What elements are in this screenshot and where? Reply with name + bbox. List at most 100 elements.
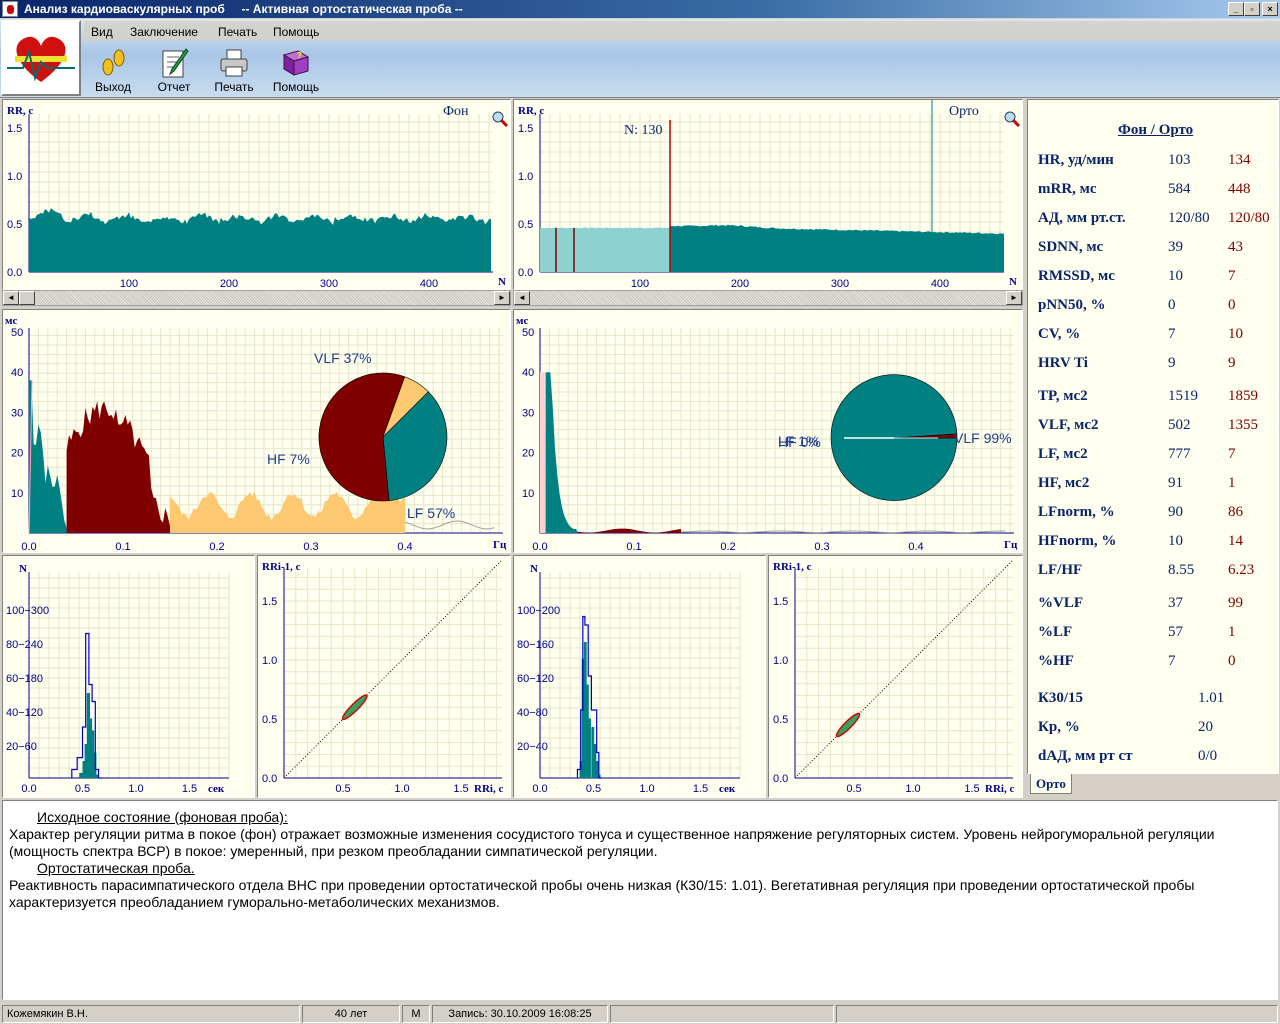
y-tick-label: 0.5 [773,714,788,726]
pie-label-vlf: VLF 99% [954,430,1012,446]
stat-key: dАД, мм рт ст [1038,748,1133,764]
y-axis-label: мс [516,315,528,327]
histogram-background-svg: N 100−300 80−240 60−180 40−120 20−60 0.0 0.5 1.0… [6,563,230,795]
status-cell-empty-1 [610,1005,834,1023]
rr-ortho-scrollbar[interactable]: ◄ ► [513,290,1023,306]
stat-value-ortho: 9 [1228,355,1236,371]
menu-help[interactable]: Помощь [273,25,319,39]
stat-value-background: 90 [1168,504,1183,520]
help-button[interactable]: ? Помощь [266,47,326,95]
stats-tabbar: Орто [1027,774,1279,798]
y-tick-label: 0.5 [518,219,533,231]
svg-text:?: ? [297,51,302,60]
scroll-thumb[interactable] [19,291,35,305]
stat-value-background: 777 [1168,446,1191,462]
stats-panel: Фон / Орто HR, уд/мин 103 134 mRR, мс 584 448… [1027,99,1279,774]
scroll-track[interactable] [530,291,1006,305]
zoom-icon[interactable] [1003,110,1021,128]
x-tick-label: 200 [731,278,749,290]
y-tick-label: 30 [11,407,23,419]
stat-value: 20 [1198,719,1213,735]
conclusion-text[interactable]: Исходное состояние (фоновая проба): Хара… [2,800,1278,1000]
stat-key: LF/HF [1038,562,1083,578]
stat-key: LFnorm, % [1038,504,1115,520]
spectrum-chart-background: мс 50 40 30 20 10 0.0 0.1 0.2 0.3 0.4 Гц VLF 37% HF 7… [2,309,511,553]
y-tick-label: 100−300 [6,605,49,617]
report-icon [162,48,189,78]
x-tick-label: 0.2 [209,541,224,553]
menu-print[interactable]: Печать [218,25,257,39]
x-axis-unit: RRi, с [474,783,503,795]
rr-chart-background-svg: RR, с 1.5 1.0 0.5 0.0 100 200 300 400 N [7,105,506,290]
y-tick-label: 10 [522,488,534,500]
x-axis-unit: N [498,276,506,288]
stat-value-ortho: 1 [1228,624,1236,640]
stat-value-background: 91 [1168,475,1183,491]
x-tick-label: 0.0 [21,541,36,553]
y-tick-label: 0.0 [262,773,277,785]
stat-key: %LF [1038,624,1073,640]
x-tick-label: 0.4 [908,541,923,553]
stat-key: HRV Ti [1038,355,1088,371]
x-tick-label: 0.3 [814,541,829,553]
window-title: Анализ кардиоваскулярных проб -- Активна… [24,2,463,16]
status-cell-empty-2 [836,1005,1278,1023]
y-tick-label: 1.0 [7,171,22,183]
status-bar: Кожемякин В.Н. 40 лет М Запись: 30.10.20… [0,1003,1280,1024]
stat-value-ortho: 6.23 [1228,562,1255,578]
scroll-right-icon[interactable]: ► [1006,291,1022,305]
x-tick-label: 300 [320,278,338,290]
exit-button[interactable]: Выход [83,47,143,95]
help-label: Помощь [272,80,320,94]
y-tick-label: 1.5 [773,596,788,608]
tab-ortho[interactable]: Орто [1030,774,1072,794]
stat-key: TP, мс2 [1038,388,1088,404]
restore-button[interactable]: ▫ [1244,2,1260,16]
x-tick-label: 0.5 [75,783,90,795]
x-tick-label: 0.4 [397,541,412,553]
stat-value-ortho: 120/80 [1228,210,1270,226]
stat-value-background: 502 [1168,417,1191,433]
rr-chart-ortho: RR, с 1.5 1.0 0.5 0.0 100 200 300 400 N Орто N: 1… [513,99,1023,290]
y-tick-label: 10 [11,488,23,500]
stat-row: %LF 57 1 [1028,624,1278,644]
scroll-left-icon[interactable]: ◄ [514,291,530,305]
stat-value-background: 10 [1168,533,1183,549]
x-tick-label: 100 [120,278,138,290]
x-tick-label: 100 [631,278,649,290]
y-tick-label: 40−80 [517,707,548,719]
y-axis-label: N [530,563,538,575]
print-button[interactable]: Печать [204,47,264,95]
exit-label: Выход [95,80,131,94]
menu-view[interactable]: Вид [91,25,113,39]
stat-value: 1.01 [1198,690,1225,706]
identity-line [794,559,1014,779]
rr-ortho-tag: Орто [949,104,979,119]
x-tick-label: 1.5 [182,783,197,795]
stat-row: LFnorm, % 90 86 [1028,504,1278,524]
y-tick-label: 1.0 [518,171,533,183]
stat-key: RMSSD, мс [1038,268,1115,284]
rr-background-scrollbar[interactable]: ◄ ► [2,290,511,306]
pie-label-hf: HF 7% [267,451,310,467]
report-button[interactable]: Отчет [144,47,204,95]
y-axis-label: RRi-1, с [773,561,812,573]
scroll-left-icon[interactable]: ◄ [3,291,19,305]
y-tick-label: 1.5 [518,123,533,135]
stat-row: RMSSD, мс 10 7 [1028,268,1278,288]
lf-band [577,528,681,533]
scroll-right-icon[interactable]: ► [494,291,510,305]
y-tick-label: 60−180 [6,673,43,685]
stat-value-background: 0 [1168,297,1176,313]
menu-conclusion[interactable]: Заключение [130,25,198,39]
y-tick-label: 1.5 [7,123,22,135]
minimize-button[interactable]: _ [1228,2,1244,16]
scroll-track[interactable] [35,291,494,305]
stat-key: HF, мс2 [1038,475,1090,491]
stat-key: HFnorm, % [1038,533,1117,549]
zoom-icon[interactable] [491,110,509,128]
spectrum-chart-background-svg: мс50 40 30 20 10 0.0 0.1 0.2 0.3 0.4 Гц VLF 37% HF 7… [5,315,507,553]
close-button[interactable]: × [1262,2,1278,16]
x-tick-label: 1.0 [639,783,654,795]
x-tick-label: 1.5 [693,783,708,795]
